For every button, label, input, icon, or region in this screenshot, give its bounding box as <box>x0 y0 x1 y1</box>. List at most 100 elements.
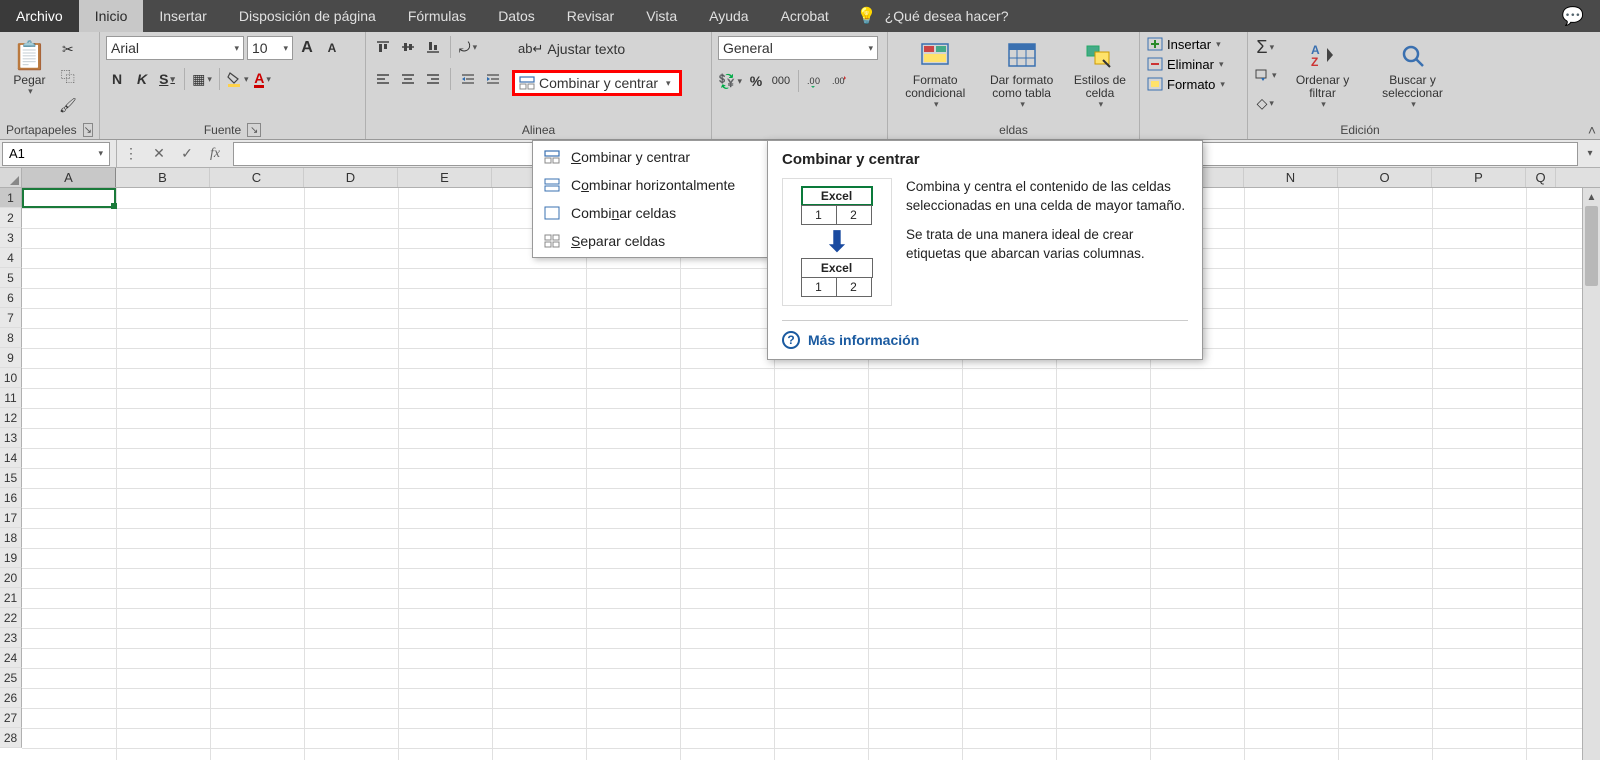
bold-button[interactable]: N <box>106 68 128 90</box>
insert-function-button[interactable]: fx <box>201 140 229 168</box>
col-header-A[interactable]: A <box>22 168 116 187</box>
row-header-13[interactable]: 13 <box>0 428 22 448</box>
merge-menu-item-center[interactable]: Combinar y centrar <box>533 143 767 171</box>
row-header-28[interactable]: 28 <box>0 728 22 748</box>
clipboard-launcher[interactable]: ↘ <box>83 123 93 137</box>
accounting-format-button[interactable]: 💱▾ <box>718 70 742 92</box>
comma-format-button[interactable]: 000 <box>770 70 792 92</box>
tab-ayuda[interactable]: Ayuda <box>693 0 764 32</box>
row-header-15[interactable]: 15 <box>0 468 22 488</box>
merge-center-button[interactable]: Combinar y centrar ▾ <box>512 70 682 96</box>
row-header-22[interactable]: 22 <box>0 608 22 628</box>
row-header-21[interactable]: 21 <box>0 588 22 608</box>
decrease-indent-button[interactable] <box>457 68 479 90</box>
row-header-14[interactable]: 14 <box>0 448 22 468</box>
font-name-dropdown[interactable]: Arial▾ <box>106 36 244 60</box>
col-header-Q[interactable]: Q <box>1526 168 1556 187</box>
find-select-button[interactable]: Buscar y seleccionar▾ <box>1369 36 1457 112</box>
paste-button[interactable]: 📋 Pegar ▾ <box>6 36 53 99</box>
name-box[interactable]: A1▾ <box>2 142 110 166</box>
tab-formulas[interactable]: Fórmulas <box>392 0 482 32</box>
row-header-24[interactable]: 24 <box>0 648 22 668</box>
borders-button[interactable]: ▦▾ <box>191 68 213 90</box>
cancel-formula-button[interactable]: ✕ <box>145 140 173 168</box>
tooltip-more-info-link[interactable]: ? Más información <box>782 331 1188 349</box>
merge-menu-item-across[interactable]: Combinar horizontalmente <box>533 171 767 199</box>
row-header-5[interactable]: 5 <box>0 268 22 288</box>
fill-button[interactable]: ▾ <box>1254 64 1277 86</box>
tab-inicio[interactable]: Inicio <box>79 0 144 32</box>
delete-cells-button[interactable]: Eliminar▾ <box>1146 56 1225 72</box>
tab-vista[interactable]: Vista <box>630 0 693 32</box>
autosum-button[interactable]: Σ▾ <box>1254 36 1277 58</box>
comments-icon[interactable]: 💬 <box>1546 6 1600 27</box>
row-header-4[interactable]: 4 <box>0 248 22 268</box>
clear-button[interactable]: ◇▾ <box>1254 92 1277 114</box>
tell-me-search[interactable]: ¿Qué desea hacer? <box>885 8 1009 24</box>
number-format-dropdown[interactable]: General▾ <box>718 36 878 60</box>
row-header-18[interactable]: 18 <box>0 528 22 548</box>
select-all-corner[interactable] <box>0 168 22 187</box>
format-painter-button[interactable]: 🖌 <box>57 94 79 116</box>
format-cells-button[interactable]: Formato▾ <box>1146 76 1225 92</box>
collapse-ribbon-button[interactable]: ˄ <box>1588 122 1596 138</box>
font-size-dropdown[interactable]: 10▾ <box>247 36 293 60</box>
col-header-D[interactable]: D <box>304 168 398 187</box>
copy-button[interactable]: ⿻ <box>57 66 79 88</box>
cut-button[interactable]: ✂ <box>57 38 79 60</box>
row-header-9[interactable]: 9 <box>0 348 22 368</box>
font-launcher[interactable]: ↘ <box>247 123 261 137</box>
tab-insertar[interactable]: Insertar <box>143 0 222 32</box>
col-header-E[interactable]: E <box>398 168 492 187</box>
row-header-16[interactable]: 16 <box>0 488 22 508</box>
row-header-10[interactable]: 10 <box>0 368 22 388</box>
cell-styles-button[interactable]: Estilos de celda▾ <box>1067 36 1133 112</box>
insert-cells-button[interactable]: Insertar▾ <box>1146 36 1225 52</box>
row-header-2[interactable]: 2 <box>0 208 22 228</box>
tab-file[interactable]: Archivo <box>0 0 79 32</box>
col-header-B[interactable]: B <box>116 168 210 187</box>
col-header-N[interactable]: N <box>1244 168 1338 187</box>
tab-revisar[interactable]: Revisar <box>551 0 630 32</box>
row-header-25[interactable]: 25 <box>0 668 22 688</box>
merge-menu-item-cells[interactable]: Combinar celdas <box>533 199 767 227</box>
align-middle-button[interactable] <box>397 36 419 58</box>
enter-formula-button[interactable]: ✓ <box>173 140 201 168</box>
fill-color-button[interactable]: ▾ <box>226 68 249 90</box>
row-header-17[interactable]: 17 <box>0 508 22 528</box>
row-header-26[interactable]: 26 <box>0 688 22 708</box>
decrease-decimal-button[interactable]: .00 <box>830 70 852 92</box>
row-header-6[interactable]: 6 <box>0 288 22 308</box>
row-header-19[interactable]: 19 <box>0 548 22 568</box>
align-right-button[interactable] <box>422 68 444 90</box>
underline-button[interactable]: S▾ <box>156 68 178 90</box>
col-header-C[interactable]: C <box>210 168 304 187</box>
row-header-1[interactable]: 1 <box>0 188 22 208</box>
increase-decimal-button[interactable]: .00 <box>805 70 827 92</box>
row-header-20[interactable]: 20 <box>0 568 22 588</box>
row-header-27[interactable]: 27 <box>0 708 22 728</box>
tab-acrobat[interactable]: Acrobat <box>765 0 845 32</box>
tab-disposicion[interactable]: Disposición de página <box>223 0 392 32</box>
orientation-button[interactable]: ⤾▾ <box>457 36 479 58</box>
col-header-P[interactable]: P <box>1432 168 1526 187</box>
align-left-button[interactable] <box>372 68 394 90</box>
sort-filter-button[interactable]: AZ Ordenar y filtrar▾ <box>1285 36 1361 112</box>
col-header-O[interactable]: O <box>1338 168 1432 187</box>
italic-button[interactable]: K <box>131 68 153 90</box>
align-bottom-button[interactable] <box>422 36 444 58</box>
row-header-3[interactable]: 3 <box>0 228 22 248</box>
font-color-button[interactable]: A▾ <box>252 68 274 90</box>
scroll-up-button[interactable]: ▲ <box>1583 188 1600 206</box>
align-top-button[interactable] <box>372 36 394 58</box>
increase-indent-button[interactable] <box>482 68 504 90</box>
row-header-7[interactable]: 7 <box>0 308 22 328</box>
merge-menu-item-unmerge[interactable]: Separar celdas <box>533 227 767 255</box>
conditional-formatting-button[interactable]: Formato condicional▾ <box>894 36 976 112</box>
more-functions-button[interactable]: ⋮ <box>117 140 145 168</box>
vertical-scrollbar[interactable]: ▲ <box>1582 188 1600 760</box>
row-header-11[interactable]: 11 <box>0 388 22 408</box>
format-as-table-button[interactable]: Dar formato como tabla▾ <box>980 36 1062 112</box>
decrease-font-button[interactable]: A <box>321 37 343 59</box>
row-header-12[interactable]: 12 <box>0 408 22 428</box>
